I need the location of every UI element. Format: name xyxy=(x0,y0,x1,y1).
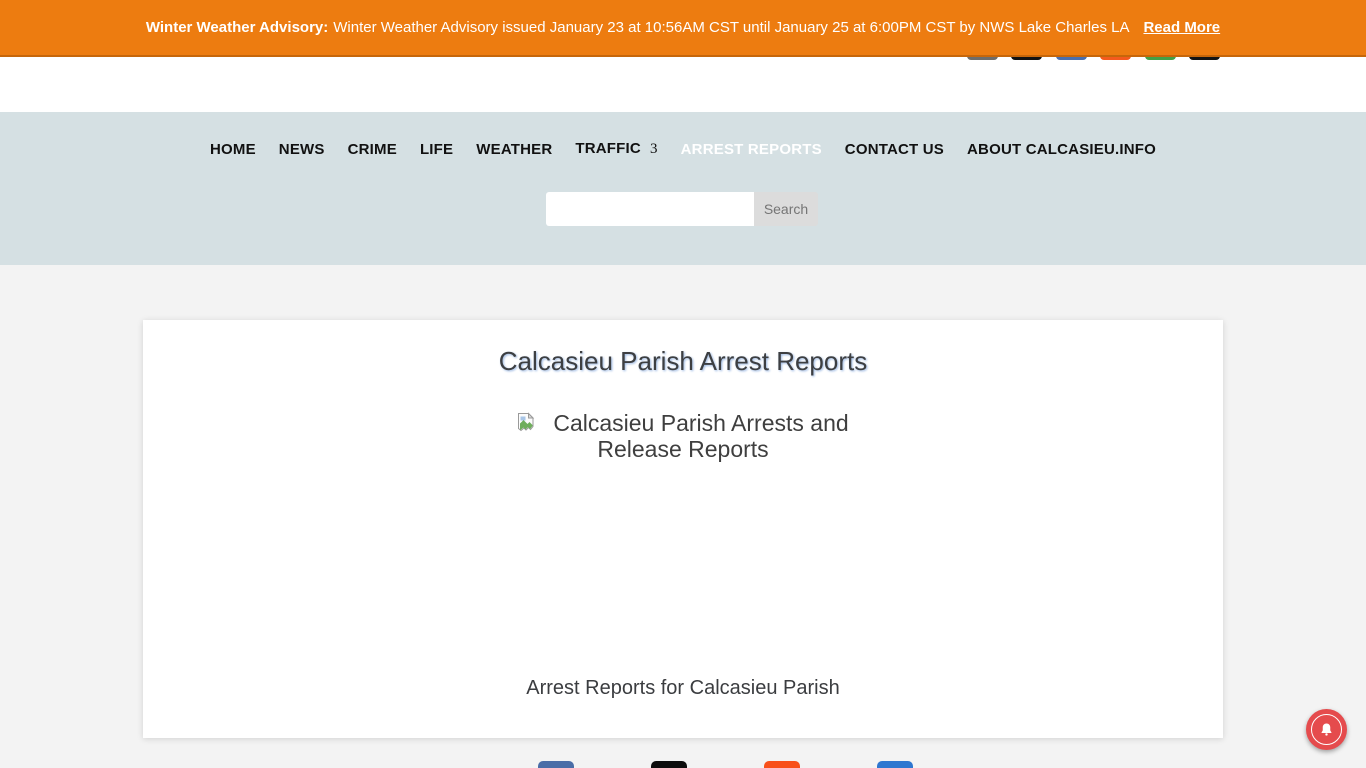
page: Winter Weather Advisory: Winter Weather … xyxy=(0,0,1366,768)
nav-item-weather[interactable]: WEATHER xyxy=(476,141,552,158)
search-input[interactable] xyxy=(546,192,754,226)
facebook-share-icon[interactable] xyxy=(538,761,574,768)
search-button[interactable]: Search xyxy=(754,192,818,226)
image-alt-text: Calcasieu Parish Arrests and Release Rep… xyxy=(553,410,848,462)
article-card: Calcasieu Parish Arrest Reports Calcasie… xyxy=(143,320,1223,738)
notification-bell-button[interactable] xyxy=(1306,709,1347,750)
nav-item-home[interactable]: HOME xyxy=(210,141,256,158)
alert-title: Winter Weather Advisory: xyxy=(146,19,328,36)
alert-message: Winter Weather Advisory issued January 2… xyxy=(333,19,1129,36)
broken-image-icon xyxy=(517,411,535,437)
broken-image-placeholder: Calcasieu Parish Arrests and Release Rep… xyxy=(483,410,883,462)
nav-item-arrest-reports[interactable]: ARREST REPORTS xyxy=(681,141,822,158)
dropdown-indicator-icon: 3 xyxy=(650,141,658,157)
reddit-share-icon[interactable] xyxy=(764,761,800,768)
nav-item-crime[interactable]: CRIME xyxy=(348,141,397,158)
main-navigation: HOME NEWS CRIME LIFE WEATHER TRAFFIC 3 AR… xyxy=(0,112,1366,265)
x-share-icon[interactable] xyxy=(651,761,687,768)
search-form: Search xyxy=(546,192,818,226)
page-title: Calcasieu Parish Arrest Reports xyxy=(143,346,1223,377)
nav-item-traffic[interactable]: TRAFFIC 3 xyxy=(575,140,657,158)
nav-item-traffic-label: TRAFFIC xyxy=(575,140,641,157)
telegram-share-icon[interactable] xyxy=(877,761,913,768)
nav-item-news[interactable]: NEWS xyxy=(279,141,325,158)
nav-menu: HOME NEWS CRIME LIFE WEATHER TRAFFIC 3 AR… xyxy=(0,140,1366,158)
article-caption: Arrest Reports for Calcasieu Parish xyxy=(143,677,1223,700)
bell-icon xyxy=(1318,721,1335,738)
weather-alert-banner: Winter Weather Advisory: Winter Weather … xyxy=(0,0,1366,57)
read-more-link[interactable]: Read More xyxy=(1143,19,1220,36)
nav-item-life[interactable]: LIFE xyxy=(420,141,453,158)
site-header: An Information Service of BKHagar LLC xyxy=(0,57,1366,112)
nav-item-contact-us[interactable]: CONTACT US xyxy=(845,141,944,158)
bell-ring xyxy=(1311,714,1342,745)
nav-item-about[interactable]: ABOUT CALCASIEU.INFO xyxy=(967,141,1156,158)
